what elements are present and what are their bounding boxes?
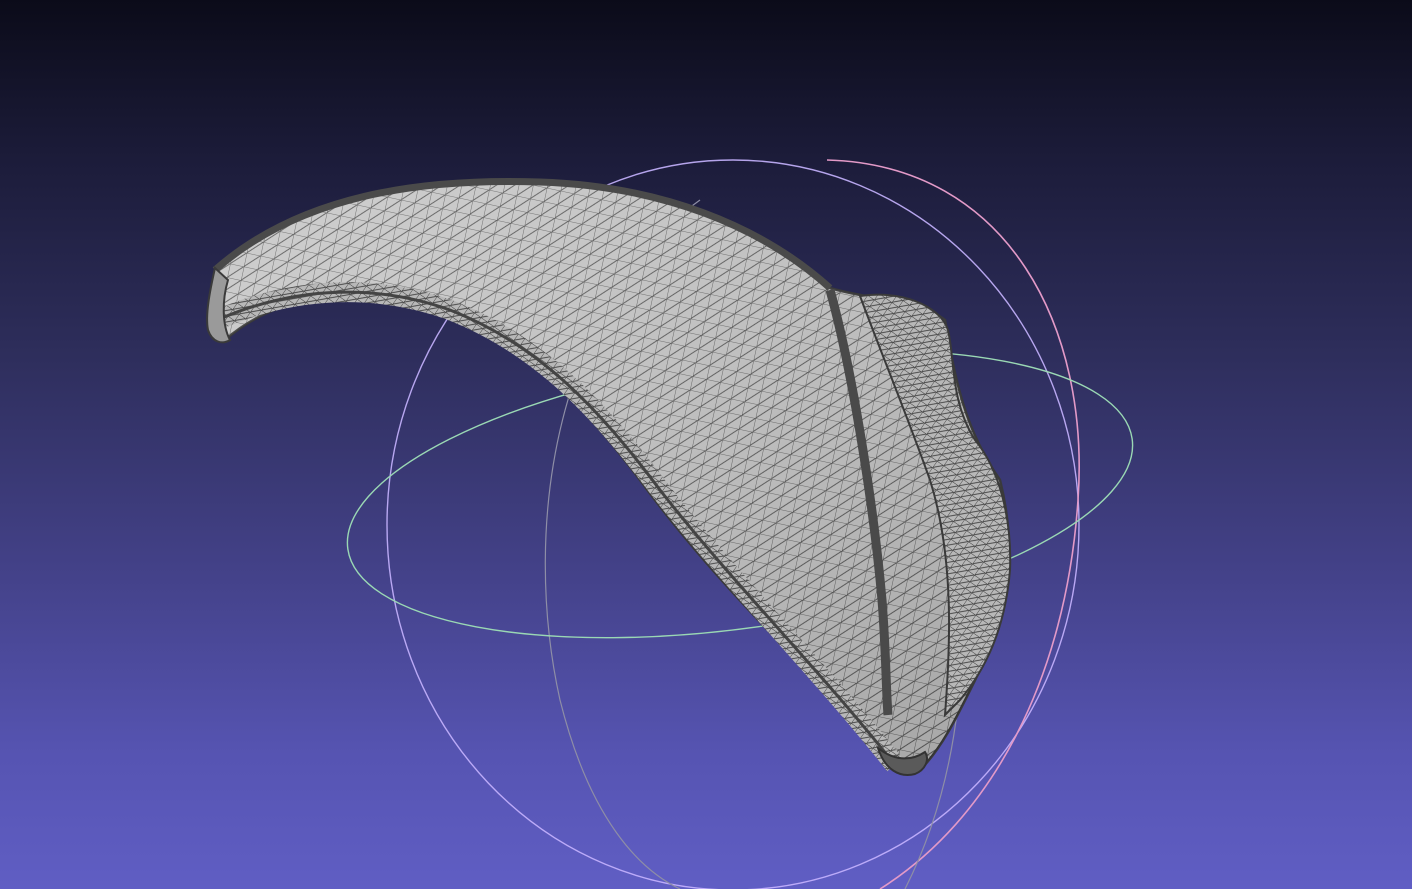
scene-canvas[interactable] — [0, 0, 1412, 889]
mesh-model[interactable] — [206, 177, 1012, 776]
3d-viewport[interactable] — [0, 0, 1412, 889]
